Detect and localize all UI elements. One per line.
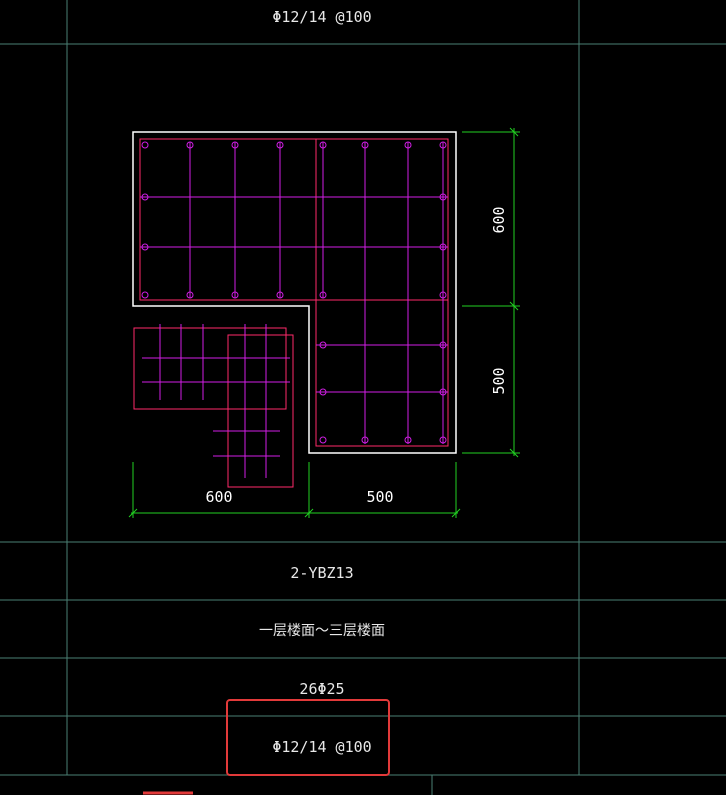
dim-label-bottom-left: 600 [205, 488, 232, 506]
section-name-label: 2-YBZ13 [290, 564, 353, 582]
floor-range-label: 一层楼面～三层楼面 [259, 623, 385, 639]
stirrup-detail-sketch [133, 324, 294, 488]
table-grid [0, 0, 726, 795]
rebar-dot [141, 291, 149, 299]
selection-highlight-box [226, 699, 390, 776]
dim-label-right-bottom: 500 [490, 367, 508, 394]
main-stirrups [139, 138, 449, 447]
longitudinal-rebar-label: 26Φ25 [299, 680, 344, 698]
rebar-dot [141, 141, 149, 149]
cad-drawing-canvas[interactable]: Φ12/14 @100 2-YBZ13 一层楼面～三层楼面 26Φ25 Φ12/… [0, 0, 726, 795]
detail-stirrup-left [133, 327, 287, 410]
internal-ties [140, 142, 448, 444]
stirrup-horizontal [139, 138, 449, 301]
dim-label-right-top: 600 [490, 206, 508, 233]
top-stirrup-label: Φ12/14 @100 [272, 8, 371, 26]
dim-label-bottom-right: 500 [366, 488, 393, 506]
stirrup-vertical [315, 138, 449, 447]
dimension-lines [128, 127, 520, 518]
rebar-bars [141, 141, 447, 444]
rebar-dot [319, 436, 327, 444]
